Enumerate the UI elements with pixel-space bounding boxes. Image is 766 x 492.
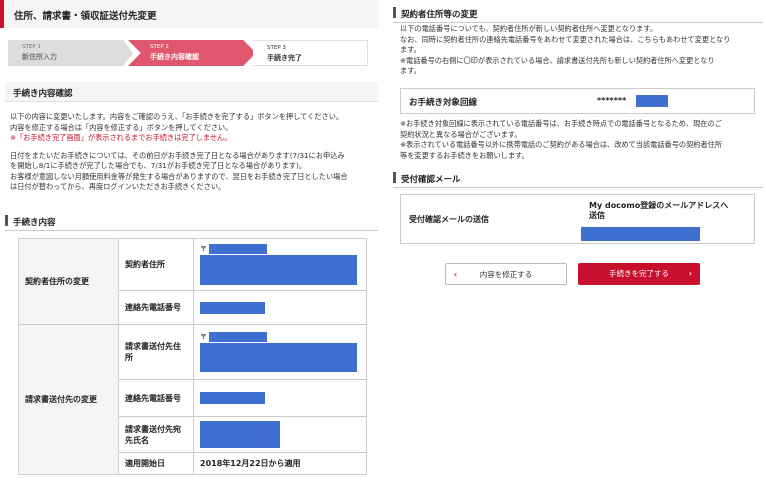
masked-name [200, 421, 280, 448]
complete-procedure-button[interactable]: 手続きを完了する › [578, 263, 700, 285]
step-2-label: 手続き内容確認 [150, 53, 199, 61]
receipt-section-header: 受付確認メール [393, 168, 763, 188]
right-column: 契約者住所等の変更 以下の電話番号についても、契約者住所が新しい契約者住所へ変更… [393, 0, 766, 492]
step-3-label: 手続き完了 [267, 54, 302, 62]
value-billing-address: 〒 [193, 324, 367, 380]
receipt-box: 受付確認メールの送信 My docomo登録のメールアドレスへ 送信 [400, 194, 755, 244]
page-header: 住所、請求書・領収証送付先変更 [0, 0, 378, 28]
receipt-label: 受付確認メールの送信 [409, 215, 489, 224]
contract-line-1: 以下の電話番号についても、契約者住所が新しい契約者住所へ変更となります。 [400, 24, 658, 33]
masked-phone [200, 392, 265, 404]
confirm-line-2: 内容を修正する場合は「内容を修正する」ボタンを押してください。 [10, 122, 233, 132]
value-billing-phone [193, 379, 367, 417]
complete-procedure-label: 手続きを完了する [609, 269, 669, 278]
details-section-header: 手続き内容 [5, 211, 378, 231]
masked-email [581, 227, 700, 241]
chevron-left-icon: ‹ [454, 270, 458, 279]
masked-postal-code [209, 332, 267, 342]
step-3: STEP 3 手続き完了 [253, 40, 368, 66]
chevron-right-icon: › [688, 269, 692, 278]
masked-address [200, 343, 357, 372]
value-billing-name [193, 416, 367, 453]
contract-heading: 契約者住所等の変更 [401, 10, 478, 20]
value-contract-phone [193, 290, 367, 325]
step-1-label: 新住所入力 [22, 53, 57, 61]
details-table: 契約者住所の変更 契約者住所 〒 連絡先電話番号 請求書送付先の変更 請求書送付… [18, 238, 367, 475]
label-billing-name: 請求書送付先宛先氏名 [118, 416, 194, 453]
label-billing-phone: 連絡先電話番号 [118, 379, 194, 417]
receipt-heading: 受付確認メール [401, 175, 461, 185]
postal-mark: 〒 [200, 333, 207, 341]
confirm-line-7: は日付が替わってから、再度ログインいただきお手続きください。 [10, 182, 226, 191]
contract-text: 以下の電話番号についても、契約者住所が新しい契約者住所へ変更となります。 なお、… [400, 24, 762, 77]
step-2: STEP 2 手続き内容確認 [128, 40, 256, 66]
step-1: STEP 1 新住所入力 [8, 40, 133, 66]
contract-line-4: ※電話番号の右側に〇印が表示されている場合、請求書送付先所も新しい契約者住所へ変… [400, 55, 715, 65]
confirm-line-5: を開始し8/1に手続きが完了した場合でも、7/31がお手続き完了日となる場合があ… [10, 161, 307, 170]
step-3-number: STEP 3 [267, 45, 286, 51]
target-line-value: ******* [597, 96, 627, 105]
label-start-date: 適用開始日 [118, 452, 194, 475]
edit-content-button[interactable]: ‹ 内容を修正する [445, 263, 567, 285]
confirm-line-1: 以下の内容に変更いたします。内容をご確認のうえ、「お手続きを完了する」ボタンを押… [10, 112, 344, 121]
contract-note-1: ※お手続き対象回線に表示されている電話番号は、お手続き時点での電話番号となるため… [400, 119, 722, 128]
target-line-label: お手続き対象回線 [409, 98, 478, 108]
value-contract-address: 〒 [193, 238, 367, 291]
confirm-line-6: お客様が意図しない月額使用料金等が発生する場合がありますので、翌日をお手続き完了… [10, 171, 348, 181]
masked-postal-code [209, 244, 267, 254]
receipt-value-line-1: My docomo登録のメールアドレスへ [589, 201, 729, 210]
confirm-section-header: 手続き内容確認 [5, 82, 378, 102]
contract-line-2: なお、同時に契約者住所の連絡先電話番号をあわせて変更された場合は、こちらもあわせ… [400, 34, 731, 44]
postal-mark: 〒 [200, 245, 207, 253]
page-title: 住所、請求書・領収証送付先変更 [14, 11, 157, 22]
step-2-number: STEP 2 [150, 44, 169, 50]
contract-note-2: 契約状況と異なる場合がございます。 [400, 129, 522, 139]
target-line-box: お手続き対象回線 ******* [400, 88, 755, 114]
confirm-line-4: 日付をまたいだお手続きについては、その前日がお手続き完了日となる場合があります(… [10, 150, 345, 160]
details-heading: 手続き内容 [13, 218, 56, 228]
group-label-contract-address: 契約者住所の変更 [18, 238, 119, 325]
receipt-value-line-2: 送信 [589, 211, 605, 220]
receipt-value: My docomo登録のメールアドレスへ 送信 [589, 201, 728, 221]
masked-phone [200, 301, 265, 314]
confirm-heading: 手続き内容確認 [13, 89, 73, 99]
masked-address [200, 255, 357, 285]
label-contract-phone: 連絡先電話番号 [118, 290, 194, 325]
left-column: 住所、請求書・領収証送付先変更 STEP 1 新住所入力 STEP 2 手続き内… [0, 0, 383, 492]
value-start-date: 2018年12月22日から適用 [193, 452, 367, 475]
edit-content-label: 内容を修正する [479, 270, 533, 279]
contract-note-3: ※表示されている電話番号以外に携帯電話のご契約がある場合は、改めて当該電話番号の… [400, 140, 723, 149]
group-label-billing: 請求書送付先の変更 [18, 324, 119, 475]
contract-notes: ※お手続き対象回線に表示されている電話番号は、お手続き時点での電話番号となるため… [400, 119, 762, 161]
label-contract-address: 契約者住所 [118, 238, 194, 291]
label-billing-address: 請求書送付先住所 [118, 324, 194, 380]
step-indicator: STEP 1 新住所入力 STEP 2 手続き内容確認 STEP 3 手続き完了 [8, 40, 368, 66]
contract-line-3: ます。 [400, 45, 421, 54]
confirm-warning: ※「お手続き完了画面」が表示されるまでお手続きは完了しません。 [10, 133, 232, 142]
confirm-text: 以下の内容に変更いたします。内容をご確認のうえ、「お手続きを完了する」ボタンを押… [10, 112, 380, 193]
masked-line-number [636, 95, 668, 107]
contract-note-4: 等を変更するお手続きをお願いします。 [400, 150, 529, 160]
step-1-number: STEP 1 [22, 44, 41, 50]
contract-line-5: ます。 [400, 66, 421, 75]
contract-section-header: 契約者住所等の変更 [393, 3, 763, 23]
